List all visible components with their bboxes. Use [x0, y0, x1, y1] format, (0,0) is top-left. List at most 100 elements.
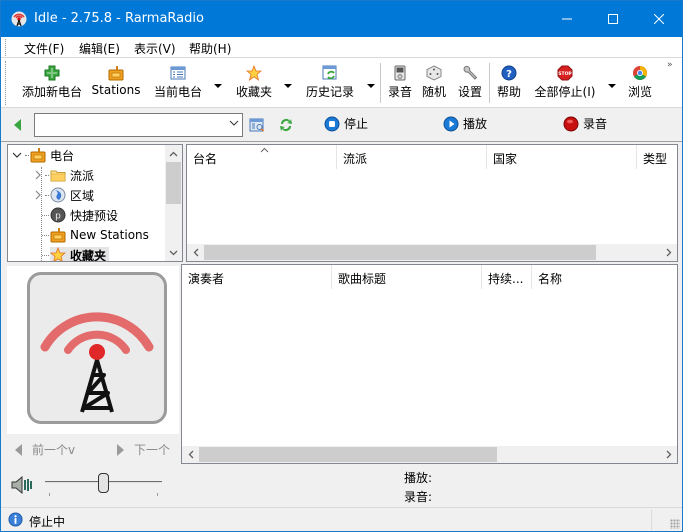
stop-all-button[interactable]: STOP 全部停止(I)	[533, 61, 597, 105]
info-icon	[8, 512, 23, 527]
address-bar: 停止 播放 录音	[1, 108, 682, 142]
toolbar-separator	[489, 63, 490, 103]
close-icon	[654, 14, 664, 24]
favorites-button[interactable]: 收藏夹	[231, 61, 277, 105]
scroll-left-icon[interactable]	[187, 244, 204, 261]
current-station-button[interactable]: 当前电台	[149, 61, 207, 105]
history-button[interactable]: 历史记录	[301, 61, 359, 105]
main-window: Idle - 2.75.8 - RarmaRadio 文件(F) 编辑(E) 表…	[0, 0, 683, 532]
menu-bar: 文件(F) 编辑(E) 表示(V) 帮助(H)	[1, 37, 682, 58]
scroll-up-icon[interactable]	[165, 145, 182, 162]
title-bar: Idle - 2.75.8 - RarmaRadio	[1, 1, 682, 37]
history-dropdown[interactable]	[367, 84, 375, 88]
record-icon	[563, 116, 579, 131]
browse-button[interactable]: 浏览	[625, 61, 655, 105]
tree-vertical-scrollbar[interactable]	[165, 145, 182, 261]
tree-item-new-stations[interactable]: New Stations	[42, 225, 149, 245]
tree-item-stations[interactable]: 电台	[12, 145, 74, 165]
app-radio-icon	[11, 11, 27, 27]
column-header-genre[interactable]: 流派	[337, 145, 487, 169]
scroll-left-icon[interactable]	[182, 446, 199, 463]
tree-item-genre[interactable]: 流派	[34, 165, 94, 185]
station-list-horizontal-scrollbar[interactable]	[187, 244, 677, 261]
station-artwork-panel	[7, 266, 179, 434]
expanded-chevron-icon[interactable]	[12, 150, 22, 160]
station-info-icon[interactable]	[249, 117, 265, 133]
stop-all-dropdown[interactable]	[608, 84, 616, 88]
collapsed-chevron-icon[interactable]	[34, 190, 42, 200]
column-header-name[interactable]: 台名	[187, 145, 337, 169]
slider-tick	[49, 493, 50, 496]
column-header-duration[interactable]: 持续...	[482, 265, 532, 289]
add-station-button[interactable]: 添加新电台	[19, 61, 85, 105]
radio-icon	[50, 228, 66, 243]
playing-label: 播放:	[404, 471, 433, 485]
station-url-input[interactable]	[34, 113, 243, 137]
tree-item-presets[interactable]: p 快捷预设	[42, 205, 118, 225]
radio-tower-icon	[40, 312, 154, 413]
play-button[interactable]: 播放	[443, 115, 487, 132]
sort-ascending-icon	[260, 147, 269, 153]
scrollbar-thumb[interactable]	[199, 447, 497, 462]
browser-icon	[633, 66, 647, 80]
star-icon	[246, 65, 262, 81]
back-arrow-icon[interactable]	[14, 119, 22, 131]
speaker-volume-icon[interactable]	[11, 476, 35, 494]
stations-button[interactable]: Stations	[89, 61, 143, 105]
favorites-dropdown[interactable]	[284, 84, 292, 88]
minimize-button[interactable]	[544, 1, 590, 37]
station-artwork	[27, 272, 167, 424]
volume-slider-thumb[interactable]	[98, 473, 109, 493]
station-tree[interactable]: 电台 流派 区域 p 快捷预设 New Stations 收藏夹	[7, 144, 183, 262]
previous-button[interactable]: 前一个v	[15, 441, 75, 458]
resize-grip[interactable]	[670, 519, 680, 529]
scrollbar-thumb[interactable]	[166, 162, 181, 204]
svg-text:?: ?	[506, 69, 512, 80]
refresh-icon[interactable]	[278, 117, 294, 133]
maximize-button[interactable]	[590, 1, 636, 37]
station-list[interactable]: 台名 流派 国家 类型	[186, 144, 678, 262]
current-station-dropdown[interactable]	[214, 84, 222, 88]
stop-button[interactable]: 停止	[324, 115, 368, 132]
add-station-icon	[44, 65, 60, 81]
status-bar: 停止中	[1, 507, 682, 531]
stop-sign-icon: STOP	[557, 65, 573, 81]
menu-view[interactable]: 表示(V)	[134, 40, 176, 57]
maximize-icon	[608, 14, 618, 24]
scroll-right-icon[interactable]	[660, 244, 677, 261]
next-button[interactable]: 下一个	[117, 441, 170, 458]
random-button[interactable]: 随机	[419, 61, 449, 105]
close-button[interactable]	[636, 1, 682, 37]
radio-icon	[30, 148, 46, 163]
record-button[interactable]: 录音	[563, 115, 607, 132]
help-button[interactable]: ? 帮助	[494, 61, 524, 105]
scroll-right-icon[interactable]	[660, 446, 677, 463]
settings-button[interactable]: 设置	[454, 61, 486, 105]
column-header-artist[interactable]: 演奏者	[182, 265, 332, 289]
menu-edit[interactable]: 编辑(E)	[79, 40, 120, 57]
chevron-down-icon[interactable]	[229, 118, 239, 128]
scroll-down-icon[interactable]	[165, 244, 182, 261]
svg-text:STOP: STOP	[558, 71, 572, 77]
menu-file[interactable]: 文件(F)	[24, 40, 64, 57]
history-icon	[322, 65, 337, 80]
column-header-song-title[interactable]: 歌曲标题	[332, 265, 482, 289]
toolbar-grip[interactable]	[5, 61, 7, 105]
scrollbar-thumb[interactable]	[204, 245, 596, 260]
track-list[interactable]: 演奏者 歌曲标题 持续... 名称	[181, 264, 678, 464]
window-title: Idle - 2.75.8 - RarmaRadio	[34, 11, 204, 26]
record-tool-button[interactable]: 录音	[385, 61, 415, 105]
menu-grip[interactable]	[5, 39, 7, 56]
column-header-type[interactable]: 类型	[637, 145, 677, 169]
column-header-title-name[interactable]: 名称	[532, 265, 677, 289]
track-list-horizontal-scrollbar[interactable]	[182, 446, 677, 463]
collapsed-chevron-icon[interactable]	[34, 170, 42, 180]
slider-tick	[157, 493, 158, 496]
navigation-row: 前一个v 下一个	[7, 434, 179, 462]
help-icon: ?	[501, 65, 517, 81]
toolbar-overflow-button[interactable]: »	[667, 60, 672, 70]
tree-item-favorites[interactable]: 收藏夹	[42, 245, 110, 261]
column-header-country[interactable]: 国家	[487, 145, 637, 169]
tree-item-region[interactable]: 区域	[34, 185, 94, 205]
menu-help[interactable]: 帮助(H)	[189, 40, 231, 57]
